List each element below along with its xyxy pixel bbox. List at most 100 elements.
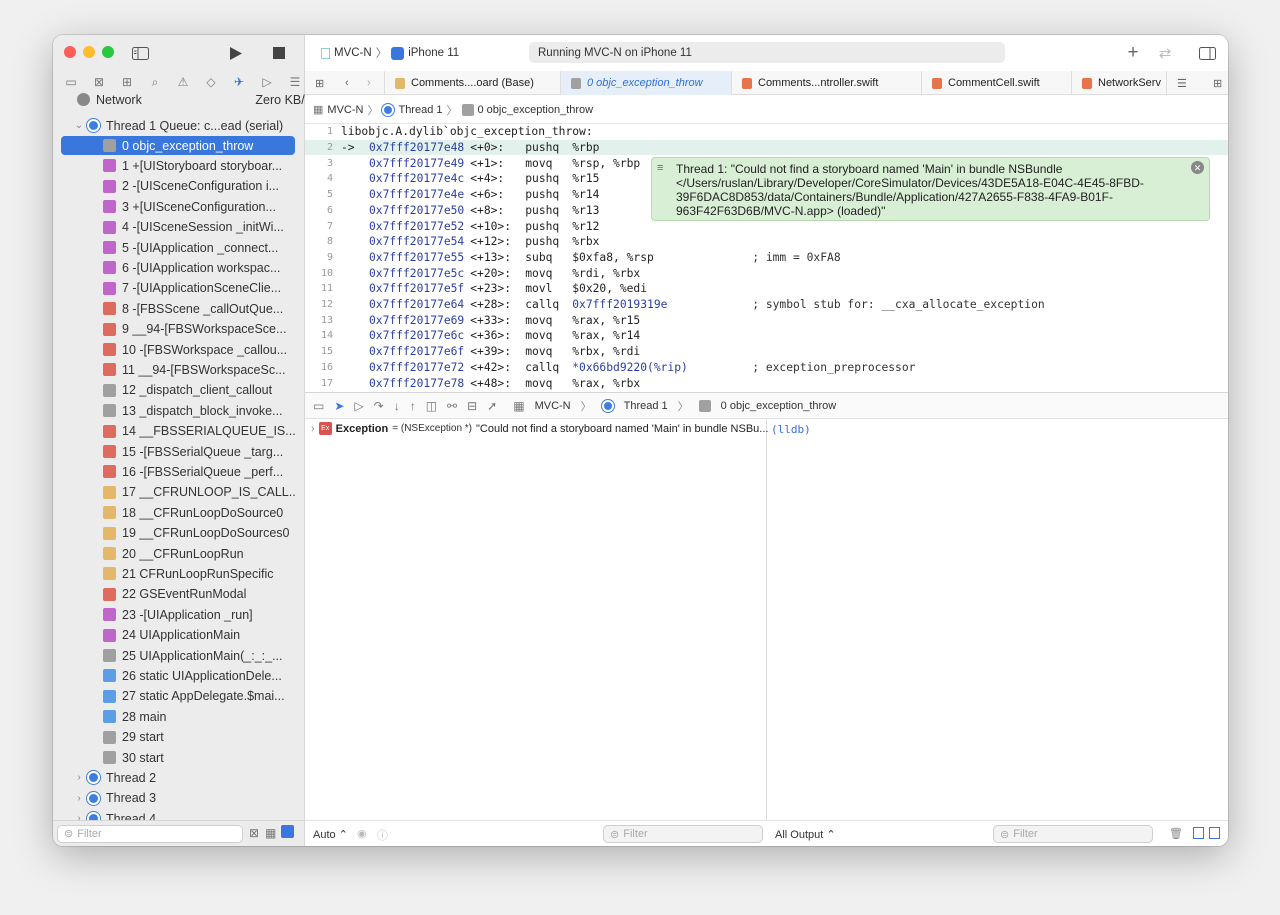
console-output-popup[interactable]: All Output ⌃ [775, 828, 836, 841]
jump-thread[interactable]: Thread 1 [398, 104, 442, 116]
stack-frame-row[interactable]: 13 _dispatch_block_invoke... [61, 401, 295, 420]
info-icon[interactable]: ⓘ [377, 827, 388, 843]
step-out-icon[interactable]: ↑ [410, 399, 416, 413]
show-variables-icon[interactable] [1193, 827, 1204, 839]
stack-frame-row[interactable]: 24 UIApplicationMain [61, 626, 295, 645]
step-over-icon[interactable]: ↷ [374, 399, 384, 413]
debug-frame[interactable]: 0 objc_exception_throw [721, 400, 837, 412]
editor-tab[interactable]: 0 objc_exception_throw [561, 71, 732, 95]
stack-frame-row[interactable]: 11 __94-[FBSWorkspaceSc... [61, 360, 295, 379]
stack-frame-row[interactable]: 0 objc_exception_throw [61, 136, 295, 155]
inspector-toggle-icon[interactable] [1197, 44, 1217, 62]
stack-frame-row[interactable]: 7 -[UIApplicationSceneClie... [61, 279, 295, 298]
stack-frame-row[interactable]: 16 -[FBSSerialQueue _perf... [61, 462, 295, 481]
memory-filter-icon[interactable]: ▦ [265, 826, 276, 840]
scheme-selector[interactable]: MVC-N 〉 iPhone 11 [321, 45, 459, 61]
thread-1-row[interactable]: ⌄ Thread 1 Queue: c...ead (serial) [73, 116, 305, 135]
thread-row[interactable]: › Thread 3 [73, 789, 305, 808]
stack-frame-row[interactable]: 20 __CFRunLoopRun [61, 544, 295, 563]
run-button[interactable] [226, 44, 246, 62]
sidebar-toggle-icon[interactable] [130, 44, 150, 62]
debug-thread[interactable]: Thread 1 [624, 400, 668, 412]
forward-icon[interactable]: › [357, 71, 385, 95]
back-icon[interactable]: ‹ [335, 71, 357, 95]
variables-scope-popup[interactable]: Auto ⌃ [313, 828, 348, 841]
stack-frame-row[interactable]: 4 -[UISceneSession _initWi... [61, 218, 295, 237]
code-review-icon[interactable]: ⇄ [1155, 44, 1175, 62]
stop-button[interactable] [269, 44, 289, 62]
console-filter-field[interactable]: ⊜ Filter [993, 825, 1153, 843]
add-editor-icon[interactable]: ⊞ [1203, 71, 1227, 95]
test-icon[interactable]: ◇ [201, 75, 221, 89]
stack-frame-row[interactable]: 1 +[UIStoryboard storyboar... [61, 156, 295, 175]
jump-frame[interactable]: 0 objc_exception_throw [478, 104, 594, 116]
stack-frame-row[interactable]: 19 __CFRunLoopDoSources0 [61, 524, 295, 543]
show-console-icon[interactable] [1209, 827, 1220, 839]
stack-frame-row[interactable]: 26 static UIApplicationDele... [61, 666, 295, 685]
stack-frame-row[interactable]: 21 CFRunLoopRunSpecific [61, 564, 295, 583]
issue-icon[interactable]: ⚠ [173, 75, 193, 89]
variable-row[interactable]: › Ex Exception = (NSException *) "Could … [311, 422, 768, 435]
debug-grid-icon[interactable]: ▦ [513, 399, 524, 413]
simulate-location-icon[interactable]: ➚ [487, 399, 497, 413]
exception-banner[interactable]: ≡ Thread 1: "Could not find a storyboard… [651, 157, 1210, 221]
stack-frame-row[interactable]: 18 __CFRunLoopDoSource0 [61, 503, 295, 522]
network-gauge[interactable]: Network Zero KB/s [77, 93, 305, 109]
stack-frame-row[interactable]: 23 -[UIApplication _run] [61, 605, 295, 624]
navigator-filter-field[interactable]: ⊜ Filter [57, 824, 243, 843]
stack-frame-row[interactable]: 14 __FBSSERIALQUEUE_IS... [61, 422, 295, 441]
editor-tab[interactable]: Comments....oard (Base) [385, 71, 561, 95]
disclosure-closed-icon[interactable]: › [73, 772, 85, 783]
breakpoint-icon[interactable]: ▷ [257, 75, 277, 89]
editor-options-icon[interactable]: ☰ [1167, 71, 1191, 95]
variables-filter-field[interactable]: ⊜ Filter [603, 825, 763, 843]
thread-row[interactable]: › Thread 2 [73, 768, 305, 787]
stack-frame-row[interactable]: 8 -[FBSScene _callOutQue... [61, 299, 295, 318]
stack-frame-row[interactable]: 10 -[FBSWorkspace _callou... [61, 340, 295, 359]
stack-frame-row[interactable]: 28 main [61, 707, 295, 726]
stack-frame-row[interactable]: 2 -[UISceneConfiguration i... [61, 177, 295, 196]
jump-bar-grid-icon[interactable]: ▦ [313, 103, 323, 116]
add-icon[interactable]: + [1123, 42, 1143, 63]
related-items-icon[interactable]: ⊞ [305, 71, 335, 95]
minimize-button[interactable] [83, 46, 95, 58]
debug-project[interactable]: MVC-N [535, 400, 571, 412]
stack-frame-row[interactable]: 22 GSEventRunModal [61, 585, 295, 604]
editor-tab[interactable]: Comments...ntroller.swift [732, 71, 922, 95]
stack-frame-row[interactable]: 17 __CFRUNLOOP_IS_CALL... [61, 483, 295, 502]
stack-frame-row[interactable]: 3 +[UISceneConfiguration... [61, 197, 295, 216]
disclosure-closed-icon[interactable]: › [73, 793, 85, 804]
disclosure-closed-icon[interactable]: › [311, 423, 315, 435]
debug-navigator-icon[interactable]: ✈ [229, 75, 249, 89]
find-icon[interactable]: ⌕ [145, 75, 165, 90]
continue-icon[interactable]: ▷ [354, 399, 363, 413]
breakpoints-toggle-icon[interactable]: ➤ [334, 399, 344, 413]
zoom-button[interactable] [102, 46, 114, 58]
close-button[interactable] [64, 46, 76, 58]
trash-icon[interactable]: 🗑 [1169, 827, 1183, 840]
stack-frame-row[interactable]: 9 __94-[FBSWorkspaceSce... [61, 320, 295, 339]
source-control-icon[interactable]: ⊠ [89, 75, 109, 89]
stack-frame-row[interactable]: 30 start [61, 748, 295, 767]
symbol-navigator-icon[interactable]: ⊞ [117, 75, 137, 89]
hide-debug-area-icon[interactable]: ▭ [313, 399, 324, 413]
stack-frame-row[interactable]: 12 _dispatch_client_callout [61, 381, 295, 400]
console-view[interactable]: (lldb) [768, 419, 1228, 820]
user-code-filter-icon[interactable] [281, 825, 294, 838]
stack-frame-row[interactable]: 15 -[FBSSerialQueue _targ... [61, 442, 295, 461]
step-into-icon[interactable]: ↓ [394, 399, 400, 413]
folder-icon[interactable]: ▭ [61, 75, 81, 89]
editor-tab[interactable]: CommentCell.swift [922, 71, 1072, 95]
stack-frame-row[interactable]: 29 start [61, 728, 295, 747]
disclosure-open-icon[interactable]: ⌄ [73, 120, 85, 131]
stack-frame-row[interactable]: 25 UIApplicationMain(_:_:_... [61, 646, 295, 665]
quick-look-icon[interactable]: ◉ [357, 827, 367, 840]
environment-overrides-icon[interactable]: ⊟ [467, 399, 477, 413]
dismiss-banner-icon[interactable]: ✕ [1191, 161, 1204, 174]
stack-frame-row[interactable]: 6 -[UIApplication workspac... [61, 258, 295, 277]
memory-graph-icon[interactable]: ⚯ [447, 399, 457, 413]
jump-project[interactable]: MVC-N [327, 104, 363, 116]
editor-tab[interactable]: NetworkServ [1072, 71, 1167, 95]
stack-frame-row[interactable]: 5 -[UIApplication _connect... [61, 238, 295, 257]
stack-frame-row[interactable]: 27 static AppDelegate.$mai... [61, 687, 295, 706]
